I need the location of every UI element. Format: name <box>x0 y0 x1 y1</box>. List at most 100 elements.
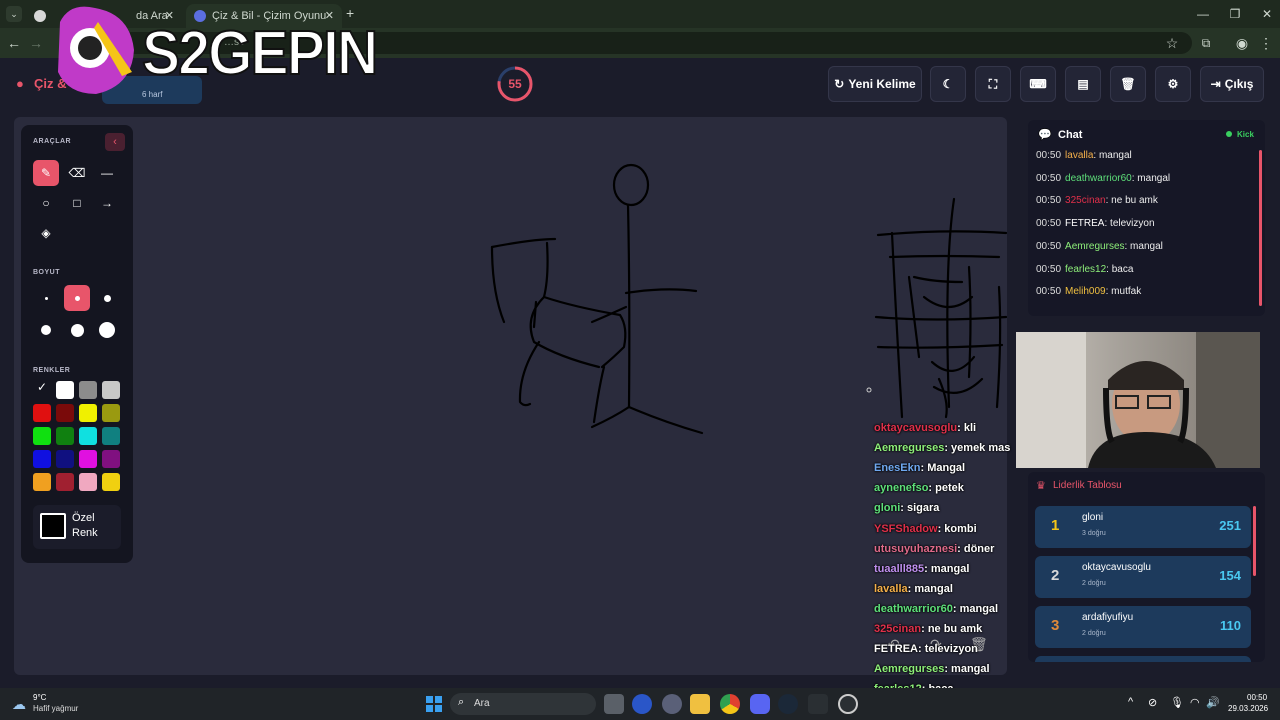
chat-username[interactable]: lavalla <box>1065 150 1093 161</box>
color-swatch[interactable] <box>56 473 74 491</box>
app-icon[interactable] <box>662 694 682 714</box>
ea-app-icon[interactable] <box>632 694 652 714</box>
chat-scrollbar[interactable] <box>1259 150 1262 306</box>
chat-username[interactable]: 325cinan <box>1065 195 1106 206</box>
paint-bucket-icon: ◈ <box>41 226 51 240</box>
windows-taskbar: ☁ 9°C Hafif yağmur ⌕ Ara ^ ⊘ 🎙 ◠ 🔊 00:50… <box>0 688 1280 720</box>
fill-tool-button[interactable]: ◈ <box>33 220 59 246</box>
keyboard-button[interactable]: ⌨ <box>1020 66 1056 102</box>
player-name: oktaycavusoglu <box>1082 562 1151 573</box>
overlay-text: : televizyon <box>918 643 978 656</box>
rectangle-tool-button[interactable]: □ <box>64 190 90 216</box>
color-swatch[interactable] <box>33 427 51 445</box>
fullscreen-button[interactable]: ⛶ <box>975 66 1011 102</box>
chat-time: 00:50 <box>1036 195 1062 207</box>
chat-text: : ne bu amk <box>1105 195 1158 207</box>
profile-icon[interactable]: ◉ <box>1232 34 1252 52</box>
leaderboard-scrollbar[interactable] <box>1253 506 1256 576</box>
chat-username[interactable]: FETREA <box>1065 218 1104 229</box>
forward-arrow-icon[interactable]: → <box>26 34 46 52</box>
chrome-icon[interactable] <box>720 694 740 714</box>
obs-icon[interactable] <box>838 694 858 714</box>
color-swatch[interactable] <box>33 450 51 468</box>
overlay-chat-line: lavalla: mangal <box>874 583 953 595</box>
chat-username[interactable]: fearles12 <box>1065 264 1106 275</box>
correct-count: 3 doğru <box>1082 530 1106 537</box>
size-option-4[interactable] <box>33 317 59 343</box>
color-swatch[interactable] <box>79 404 97 422</box>
chat-username[interactable]: deathwarrior60 <box>1065 173 1132 184</box>
archive-button[interactable]: ▤ <box>1065 66 1101 102</box>
overlay-text: : petek <box>928 482 964 495</box>
wifi-icon[interactable]: ◠ <box>1190 696 1200 709</box>
color-swatch[interactable] <box>56 427 74 445</box>
size-option-1[interactable] <box>33 285 59 311</box>
chat-username[interactable]: Aemregurses <box>1065 241 1124 252</box>
tab-list-button[interactable]: ⌄ <box>6 6 22 22</box>
delete-button[interactable]: 🗑 <box>1110 66 1146 102</box>
chat-username[interactable]: Melih009 <box>1065 286 1106 297</box>
color-swatch[interactable] <box>102 404 120 422</box>
chat-text: : mangal <box>1124 240 1163 252</box>
search-icon: ⌕ <box>458 696 465 708</box>
clock-date[interactable]: 29.03.2026 <box>1228 704 1268 713</box>
size-option-2[interactable] <box>64 285 90 311</box>
color-swatch[interactable] <box>33 404 51 422</box>
overlay-username: aynenefso <box>874 482 929 495</box>
color-swatch[interactable] <box>33 473 51 491</box>
chat-time: 00:50 <box>1036 263 1062 275</box>
color-swatch[interactable] <box>79 381 97 399</box>
custom-color-button[interactable]: Özel Renk <box>33 505 121 549</box>
dot-icon <box>70 323 84 337</box>
minimize-button[interactable]: — <box>1186 4 1220 24</box>
drawing-canvas[interactable] <box>14 117 1007 675</box>
volume-icon[interactable]: 🔊 <box>1206 696 1220 709</box>
taskbar-search[interactable]: ⌕ Ara <box>450 693 596 715</box>
line-tool-button[interactable]: — <box>94 160 120 186</box>
size-option-6[interactable] <box>94 317 120 343</box>
color-swatch[interactable] <box>102 427 120 445</box>
microphone-icon[interactable]: 🎙 <box>1170 696 1184 709</box>
new-word-button[interactable]: ↻ Yeni Kelime <box>828 66 922 102</box>
collapse-tools-button[interactable]: ‹ <box>105 133 125 151</box>
color-swatch[interactable] <box>102 450 120 468</box>
size-option-5[interactable] <box>64 317 90 343</box>
back-arrow-icon[interactable]: ← <box>4 34 24 52</box>
menu-kebab-icon[interactable]: ⋮ <box>1256 34 1276 52</box>
clock-time[interactable]: 00:50 <box>1247 693 1267 702</box>
color-swatch[interactable] <box>102 473 120 491</box>
bookmark-star-icon[interactable]: ☆ <box>1162 34 1182 52</box>
tool-panel: ARAÇLAR ‹ ✎ ⌫ — ○ □ → ◈ BOYUT RENKLER ✓ … <box>21 125 133 563</box>
discord-icon[interactable] <box>750 694 770 714</box>
file-explorer-icon[interactable] <box>690 694 710 714</box>
brush-tool-button[interactable]: ✎ <box>33 160 59 186</box>
app-icon-2[interactable] <box>808 694 828 714</box>
size-option-3[interactable] <box>94 285 120 311</box>
close-window-button[interactable]: ✕ <box>1250 4 1280 24</box>
overlay-text: : Mangal <box>920 462 966 475</box>
exit-button[interactable]: ⇥ Çıkış <box>1200 66 1264 102</box>
circle-icon: ○ <box>42 196 50 210</box>
eraser-tool-button[interactable]: ⌫ <box>64 160 90 186</box>
leaderboard-row: 3 ardafiyufiyu 2 doğru 110 <box>1035 606 1251 648</box>
settings-button[interactable]: ⚙ <box>1155 66 1191 102</box>
color-swatch[interactable] <box>102 381 120 399</box>
overlay-text: : mangal <box>952 602 999 615</box>
task-view-icon[interactable] <box>604 694 624 714</box>
restore-button[interactable]: ❐ <box>1218 4 1252 24</box>
color-swatch[interactable] <box>56 450 74 468</box>
circle-tool-button[interactable]: ○ <box>33 190 59 216</box>
chevron-up-icon[interactable]: ^ <box>1128 696 1133 708</box>
arrow-tool-button[interactable]: → <box>94 190 120 216</box>
steam-icon[interactable] <box>778 694 798 714</box>
color-swatch[interactable] <box>56 381 74 399</box>
webcam-feed <box>1016 332 1260 468</box>
network-off-icon[interactable]: ⊘ <box>1148 696 1157 709</box>
color-swatch[interactable] <box>79 450 97 468</box>
color-swatch[interactable] <box>79 473 97 491</box>
color-swatch[interactable] <box>56 404 74 422</box>
dark-mode-button[interactable]: ☾ <box>930 66 966 102</box>
color-swatch[interactable] <box>79 427 97 445</box>
extensions-icon[interactable]: ⧉ <box>1196 34 1216 52</box>
start-button[interactable] <box>426 696 442 712</box>
